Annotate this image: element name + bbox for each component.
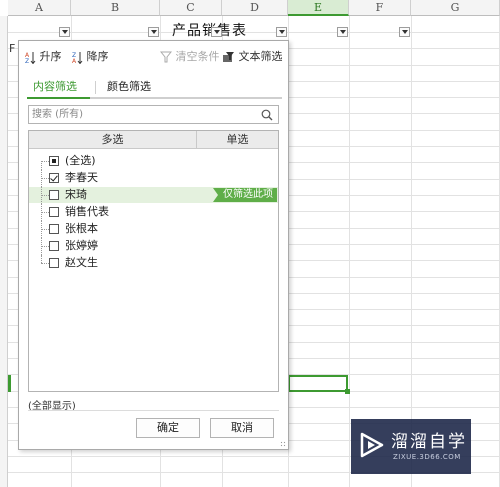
sort-descending-label: 降序 [86,50,109,63]
tree-connector [41,195,49,196]
sheet-title: 产品销售表 [172,23,247,39]
active-tab-indicator [27,97,90,99]
item-label: 李春天 [65,171,98,184]
column-header-e[interactable]: E [288,0,349,16]
tree-connector [41,229,49,230]
text-filter-label: 文本筛选 [238,50,283,63]
item-checkbox[interactable] [49,156,59,166]
partial-cell-text: F [9,42,16,55]
filter-only-this-button[interactable]: 仅筛选此项 [213,188,277,202]
filter-dropdown-d[interactable] [276,27,287,37]
item-checkbox[interactable] [49,258,59,268]
item-label: 宋琦 [65,188,87,201]
item-label: 赵文生 [65,256,98,269]
column-header-b[interactable]: B [71,0,160,16]
cancel-button[interactable]: 取消 [210,418,274,438]
list-item[interactable]: 宋琦 仅筛选此项 [29,187,278,204]
ok-button[interactable]: 确定 [136,418,200,438]
sort-ascending-label: 升序 [39,50,62,63]
tree-connector [41,178,49,179]
list-header: 多选 单选 [29,131,278,149]
tree-connector [41,255,43,263]
sort-ascending-button[interactable]: A Z 升序 [25,49,62,65]
sort-descending-button[interactable]: Z A 降序 [72,49,109,65]
item-label: 张婷婷 [65,239,98,252]
text-filter-icon [223,52,234,62]
filter-tabs: 内容筛选 颜色筛选 [27,79,282,99]
list-item[interactable]: 张根本 [29,221,278,238]
column-header-a[interactable]: A [8,0,71,16]
tree-connector [41,161,43,170]
item-checkbox[interactable] [49,190,59,200]
filter-dropdown-c[interactable] [211,27,222,37]
item-label: 销售代表 [65,205,109,218]
column-header-g[interactable]: G [411,0,500,16]
selected-cell[interactable] [288,375,350,394]
filter-dropdown-f[interactable] [399,27,410,37]
tree-connector [41,161,49,162]
sort-ascending-icon: A Z [25,51,36,64]
footer-divider [28,410,279,411]
filter-popup: A Z 升序 Z A 降序 清空条件 文本筛选 内容筛选 颜色筛选 搜索 (所有… [18,40,289,450]
filter-dropdown-e[interactable] [337,27,348,37]
list-item[interactable]: (全选) [29,153,278,170]
search-box [28,105,279,124]
item-checkbox[interactable] [49,173,59,183]
column-header-c[interactable]: C [160,0,222,16]
play-logo-icon [360,432,384,458]
resize-grip-icon[interactable] [280,441,286,447]
value-list: 多选 单选 (全选) 李春天宋琦 仅筛选此项销售代表张根本张婷婷赵文生 [28,130,279,392]
item-label: 张根本 [65,222,98,235]
clear-filter-button[interactable]: 清空条件 [160,49,220,65]
multi-select-header[interactable]: 多选 [29,131,196,148]
watermark-subtitle: ZIXUE.3D66.COM [393,453,461,461]
clear-filter-label: 清空条件 [175,50,220,63]
tab-divider [95,81,96,94]
item-checkbox[interactable] [49,224,59,234]
item-checkbox[interactable] [49,241,59,251]
filter-dropdown-b[interactable] [148,27,159,37]
watermark-title: 溜溜自学 [391,432,467,452]
single-select-header[interactable]: 单选 [197,131,278,148]
item-checkbox[interactable] [49,207,59,217]
list-item[interactable]: 李春天 [29,170,278,187]
tree-connector [41,212,49,213]
list-item[interactable]: 张婷婷 [29,238,278,255]
svg-text:Z: Z [25,58,29,64]
filter-dropdown-a[interactable] [59,27,70,37]
filter-toolbar: A Z 升序 Z A 降序 清空条件 文本筛选 [19,41,288,71]
row-header-strip [0,16,8,487]
tree-connector [41,246,49,247]
list-item[interactable]: 销售代表 [29,204,278,221]
tab-content-filter[interactable]: 内容筛选 [33,79,77,97]
sort-descending-icon: Z A [72,51,83,64]
list-item[interactable]: 赵文生 [29,255,278,271]
search-icon[interactable] [261,109,273,121]
watermark: 溜溜自学 ZIXUE.3D66.COM [351,419,471,474]
column-header-d[interactable]: D [222,0,288,16]
svg-text:A: A [72,58,77,64]
item-label: (全选) [65,154,96,167]
text-filter-button[interactable]: 文本筛选 [222,49,283,65]
tab-color-filter[interactable]: 颜色筛选 [107,79,151,97]
active-row-marker [8,375,11,392]
column-header-f[interactable]: F [349,0,411,16]
funnel-clear-icon [160,51,172,63]
search-input[interactable] [32,107,252,122]
tree-connector [41,263,49,264]
